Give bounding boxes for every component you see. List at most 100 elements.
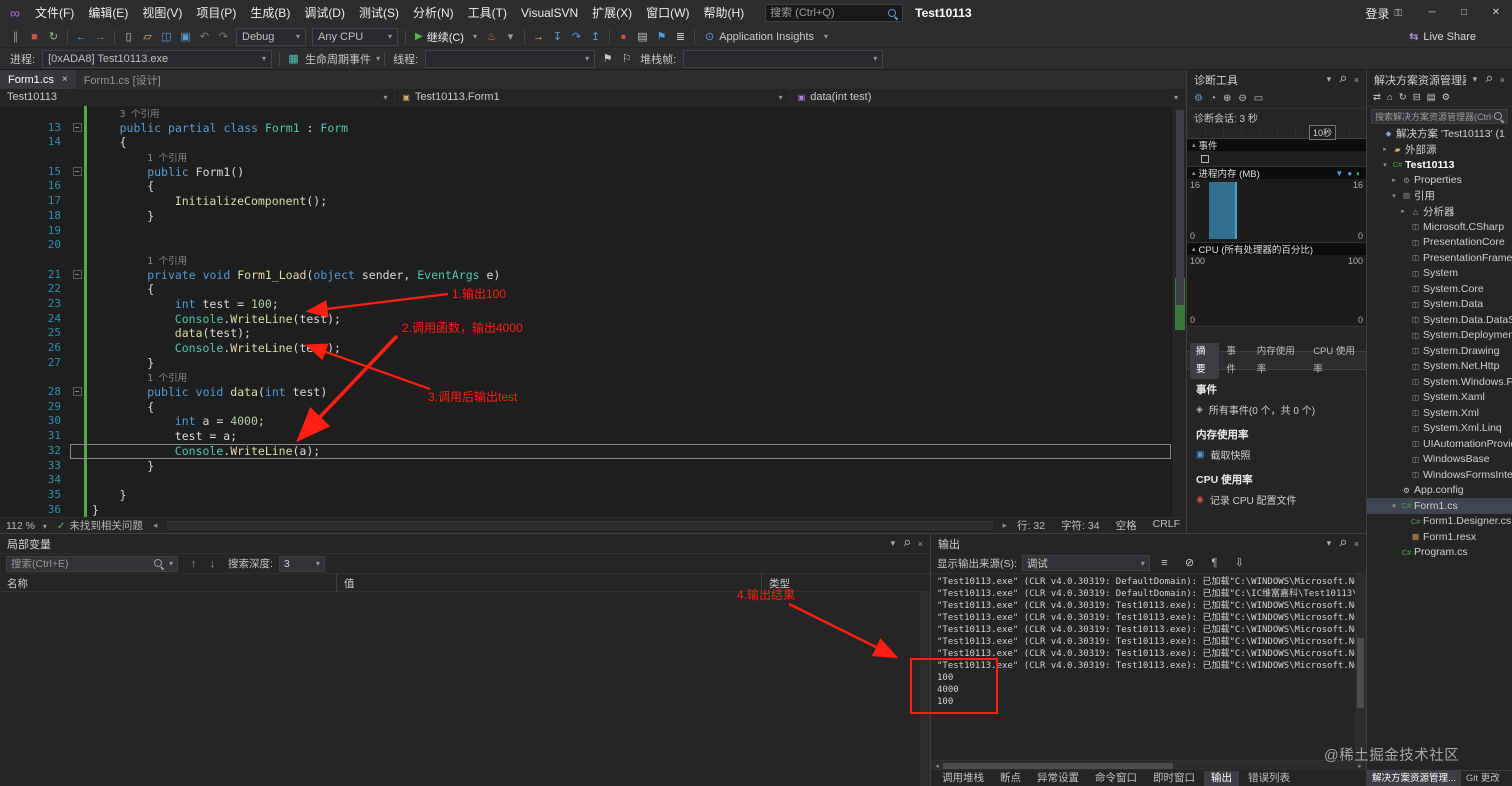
- next-result-icon[interactable]: ↓: [203, 553, 222, 575]
- fold-collapse-icon[interactable]: −: [70, 165, 84, 180]
- cpu-section-header[interactable]: ▴ CPU (所有处理器的百分比): [1187, 243, 1366, 256]
- locals-scrollbar[interactable]: [920, 592, 930, 786]
- events-section-header[interactable]: ▴ 事件: [1187, 139, 1366, 152]
- status-item-3[interactable]: CRLF: [1153, 518, 1180, 533]
- tree-item-13[interactable]: ◫ System.Deployment: [1367, 328, 1512, 344]
- menu-item-9[interactable]: VisualSVN: [514, 0, 585, 26]
- filter-icon[interactable]: ▼: [1335, 169, 1343, 178]
- menu-item-8[interactable]: 工具(T): [461, 0, 514, 26]
- tree-chevron-icon[interactable]: ▾: [1389, 502, 1399, 510]
- breakpoint-margin[interactable]: [0, 106, 18, 121]
- hot-reload-dropdown-icon[interactable]: ▾: [501, 26, 520, 47]
- scrollbar-thumb[interactable]: [943, 762, 1173, 769]
- tree-item-4[interactable]: ▾ ▤ 引用: [1367, 188, 1512, 204]
- tree-item-14[interactable]: ◫ System.Drawing: [1367, 343, 1512, 359]
- locals-column-0[interactable]: 名称: [0, 574, 337, 591]
- breakpoint-margin[interactable]: [0, 312, 18, 327]
- solution-search[interactable]: [1371, 109, 1508, 124]
- breakpoint-margin[interactable]: [0, 238, 18, 253]
- breakpoint-margin[interactable]: [0, 473, 18, 488]
- scroll-right-icon[interactable]: ▸: [1003, 520, 1008, 531]
- restart-icon[interactable]: ↻: [44, 26, 63, 47]
- menu-item-12[interactable]: 帮助(H): [696, 0, 751, 26]
- output-content[interactable]: "Test10113.exe" (CLR v4.0.30319: Default…: [931, 574, 1366, 760]
- status-item-1[interactable]: 字符: 34: [1061, 518, 1100, 533]
- redo-icon[interactable]: ↷: [214, 26, 233, 47]
- minimize-button[interactable]: ─: [1416, 0, 1448, 26]
- diag-tab-0[interactable]: 摘要: [1190, 342, 1220, 379]
- diag-tab-2[interactable]: 内存使用率: [1251, 343, 1306, 379]
- chevron-down-icon[interactable]: ▾: [891, 538, 896, 549]
- quick-search-input[interactable]: [770, 7, 888, 19]
- record-cpu-profile-link[interactable]: ◉ 记录 CPU 配置文件: [1196, 492, 1357, 507]
- solution-tab-1[interactable]: Git 更改: [1461, 771, 1505, 786]
- output-source-dropdown[interactable]: 调试 ▾: [1021, 555, 1150, 571]
- tree-item-12[interactable]: ◫System.Data.DataSetExtensions: [1367, 312, 1512, 328]
- tree-item-0[interactable]: ◆ 解决方案 'Test10113' (1: [1367, 126, 1512, 142]
- tree-item-19[interactable]: ◫ System.Xml.Linq: [1367, 421, 1512, 437]
- locals-search-input[interactable]: [11, 557, 153, 570]
- breakpoint-margin[interactable]: [0, 429, 18, 444]
- stack-frame-dropdown[interactable]: ▾: [683, 49, 884, 68]
- live-share-button[interactable]: ⇆ Live Share: [1409, 30, 1476, 44]
- menu-item-1[interactable]: 编辑(E): [81, 0, 135, 26]
- platform-dropdown[interactable]: Any CPU ▾: [312, 27, 398, 46]
- pin-icon[interactable]: ⚲: [1336, 537, 1349, 549]
- tab-close-icon[interactable]: ×: [62, 74, 68, 85]
- breakpoint-margin[interactable]: [0, 135, 18, 150]
- output-horizontal-scrollbar[interactable]: ◂ ▸: [931, 760, 1366, 770]
- zoom-in-icon[interactable]: ⊕: [1223, 89, 1231, 109]
- tree-item-27[interactable]: C# Program.cs: [1367, 545, 1512, 561]
- bottom-tab-5[interactable]: 输出: [1204, 770, 1239, 786]
- breakpoint-margin[interactable]: [0, 444, 18, 459]
- tree-item-9[interactable]: ◫ System: [1367, 266, 1512, 282]
- breakpoint-margin[interactable]: [0, 165, 18, 180]
- scrollbar-thumb[interactable]: [1176, 110, 1184, 305]
- quick-search[interactable]: [765, 4, 904, 22]
- horizontal-scrollbar[interactable]: [167, 521, 993, 530]
- breakpoints-window-icon[interactable]: ●: [614, 26, 633, 47]
- menu-item-3[interactable]: 项目(P): [189, 0, 243, 26]
- tree-item-7[interactable]: ◫ PresentationCore: [1367, 235, 1512, 251]
- navigate-back-icon[interactable]: ←: [72, 26, 91, 47]
- refresh-icon[interactable]: ↻: [1399, 89, 1407, 107]
- pin-icon[interactable]: ⚲: [900, 537, 913, 549]
- tree-chevron-icon[interactable]: ▸: [1389, 176, 1399, 184]
- locals-column-1[interactable]: 值: [337, 574, 762, 591]
- bottom-tab-0[interactable]: 调用堆栈: [935, 771, 991, 786]
- tree-item-15[interactable]: ◫ System.Net.Http: [1367, 359, 1512, 375]
- fold-collapse-icon[interactable]: −: [70, 385, 84, 400]
- fold-collapse-icon[interactable]: −: [70, 121, 84, 136]
- search-depth-dropdown[interactable]: 3 ▾: [278, 555, 325, 572]
- diag-tab-3[interactable]: CPU 使用率: [1307, 343, 1366, 379]
- output-scrollbar[interactable]: [1355, 574, 1366, 760]
- tree-item-23[interactable]: ⚙ App.config: [1367, 483, 1512, 499]
- thread-dropdown[interactable]: ▾: [425, 49, 596, 68]
- editor-scrollbar[interactable]: [1173, 106, 1186, 517]
- show-next-statement-icon[interactable]: →: [529, 26, 548, 47]
- tree-chevron-icon[interactable]: ▸: [1380, 145, 1390, 153]
- tree-item-6[interactable]: ◫ Microsoft.CSharp: [1367, 219, 1512, 235]
- tree-item-21[interactable]: ◫ WindowsBase: [1367, 452, 1512, 468]
- tree-item-11[interactable]: ◫ System.Data: [1367, 297, 1512, 313]
- messages-icon[interactable]: ≡: [1155, 552, 1174, 574]
- tree-item-17[interactable]: ◫ System.Xaml: [1367, 390, 1512, 406]
- save-all-icon[interactable]: ▣: [176, 26, 195, 47]
- stop-icon[interactable]: ■: [25, 26, 44, 47]
- sign-in-button[interactable]: 登录 ⚿: [1365, 5, 1402, 22]
- tree-item-2[interactable]: ▾ C# Test10113: [1367, 157, 1512, 173]
- tree-chevron-icon[interactable]: ▾: [1389, 192, 1399, 200]
- breakpoint-margin[interactable]: [0, 268, 18, 283]
- breakpoint-margin[interactable]: [0, 341, 18, 356]
- menu-item-10[interactable]: 扩展(X): [585, 0, 639, 26]
- status-item-0[interactable]: 行: 32: [1017, 518, 1045, 533]
- application-insights-dropdown[interactable]: ⊙ Application Insights ▾: [705, 30, 828, 44]
- zoom-out-icon[interactable]: ⊖: [1238, 89, 1246, 109]
- tree-item-20[interactable]: ◫UIAutomationProvider: [1367, 436, 1512, 452]
- collapse-all-icon[interactable]: ⊟: [1413, 89, 1421, 107]
- bottom-tab-3[interactable]: 命令窗口: [1088, 771, 1144, 786]
- pause-icon[interactable]: ∥: [6, 26, 25, 47]
- scroll-left-icon[interactable]: ◂: [153, 520, 158, 531]
- reset-view-icon[interactable]: ▭: [1254, 89, 1263, 109]
- timeline-ruler[interactable]: 10秒: [1187, 124, 1366, 140]
